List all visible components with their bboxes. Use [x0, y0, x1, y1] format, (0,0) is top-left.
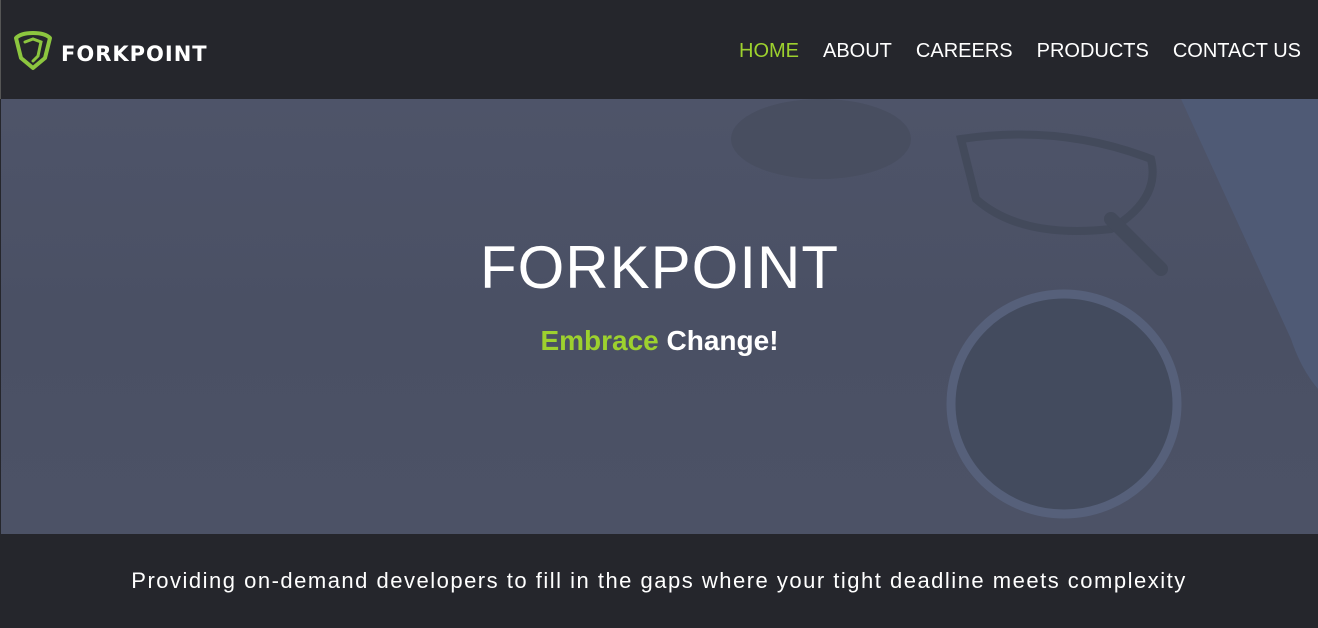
hero-tagline: Embrace Change! — [1, 325, 1318, 357]
main-nav: HOME ABOUT CAREERS PRODUCTS CONTACT US — [739, 40, 1301, 63]
logo-text: FORKPOINT — [61, 41, 208, 66]
mission-text: Providing on-demand developers to fill i… — [131, 568, 1187, 593]
nav-contact-us[interactable]: CONTACT US — [1173, 40, 1301, 63]
hero-title: FORKPOINT — [479, 234, 839, 301]
hero-background-image — [731, 99, 1318, 519]
nav-home[interactable]: HOME — [739, 40, 799, 63]
logo[interactable]: FORKPOINT — [13, 30, 208, 77]
hero-banner: FORKPOINT Embrace Change! — [1, 99, 1318, 534]
nav-products[interactable]: PRODUCTS — [1037, 40, 1149, 63]
site-header: FORKPOINT HOME ABOUT CAREERS PRODUCTS CO… — [0, 0, 1318, 99]
nav-about[interactable]: ABOUT — [823, 40, 892, 63]
shield-icon — [13, 30, 53, 77]
mission-strip: Providing on-demand developers to fill i… — [0, 534, 1318, 628]
tagline-rest: Change! — [666, 325, 779, 356]
nav-careers[interactable]: CAREERS — [916, 40, 1013, 63]
tagline-highlight: Embrace — [540, 325, 659, 356]
